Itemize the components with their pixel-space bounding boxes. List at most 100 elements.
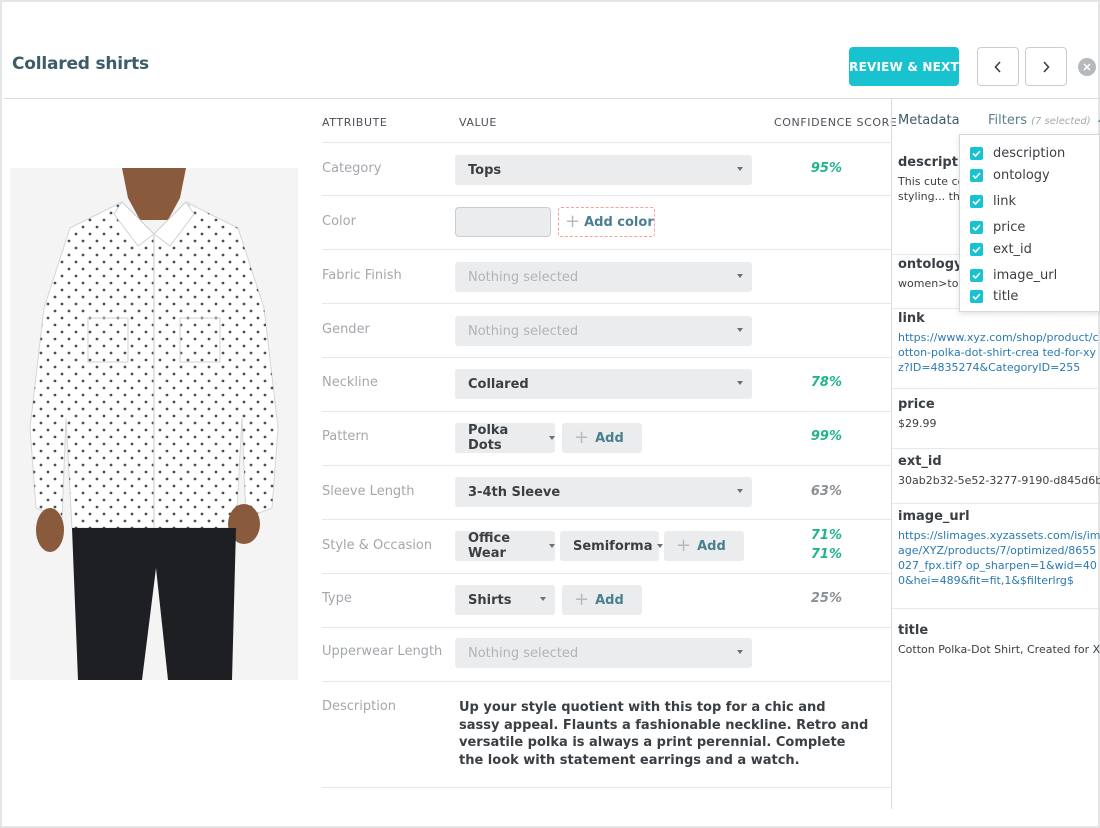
caret-down-icon [737,274,743,278]
close-button[interactable] [1078,58,1096,76]
tab-metadata[interactable]: Metadata [898,113,960,128]
filter-option-label: ext_id [993,241,1032,257]
add-color-button[interactable]: + Add color [558,207,655,237]
caret-down-icon [737,650,743,654]
filters-toggle[interactable]: Filters (7 selected) [988,113,1100,128]
filter-option-label: ontology [993,167,1050,183]
color-swatch[interactable] [455,207,551,237]
col-header-value: VALUE [459,116,497,129]
meta-link[interactable]: https://slimages.xyzassets.com/is/image/… [898,528,1100,588]
plus-icon: + [574,427,590,448]
checkbox-checked-icon[interactable] [970,220,983,234]
plus-icon: + [565,211,581,232]
review-next-button[interactable]: REVIEW & NEXT [849,47,959,86]
tag-value: Semiforma [573,538,653,554]
filter-option-image-url[interactable]: image_url [970,266,1057,284]
gender-select[interactable]: Nothing selected [455,316,752,346]
sleeve-length-select[interactable]: 3-4th Sleeve [455,477,752,507]
meta-value: Cotton Polka-Dot Shirt, Created for XYZ [898,643,1100,656]
select-value: 3-4th Sleeve [468,484,561,500]
confidence-score: 71% [810,528,842,543]
filter-option-label: title [993,288,1019,304]
col-header-attribute: ATTRIBUTE [322,116,388,129]
plus-icon: + [676,535,692,556]
attribute-row-type: Type Shirts + Add 25% [322,574,892,628]
filter-option-price[interactable]: price [970,218,1025,236]
neckline-select[interactable]: Collared [455,369,752,399]
caret-down-icon [737,381,743,385]
caret-down-icon [549,436,555,440]
select-value: Collared [468,376,529,392]
caret-down-icon [540,597,546,601]
previous-button[interactable] [977,47,1019,86]
style-tag-semiformal[interactable]: Semiforma [560,531,663,561]
filter-option-description[interactable]: description [970,144,1065,162]
next-button[interactable] [1025,47,1067,86]
filters-selected-count: (7 selected) [1031,116,1091,127]
attribute-label: Category [322,161,382,176]
checkbox-checked-icon[interactable] [970,146,983,160]
add-style-button[interactable]: + Add [664,531,744,561]
meta-item-title: title Cotton Polka-Dot Shirt, Created fo… [892,623,1100,675]
filter-option-ext-id[interactable]: ext_id [970,240,1032,258]
select-placeholder: Nothing selected [468,645,579,661]
page-title: Collared shirts [12,54,149,74]
select-value: Shirts [468,592,512,608]
attribute-row-description: Description Up your style quotient with … [322,682,892,788]
attribute-label: Sleeve Length [322,484,415,499]
category-select[interactable]: Tops [455,155,752,185]
fabric-finish-select[interactable]: Nothing selected [455,262,752,292]
chevron-left-icon [994,60,1001,73]
filter-option-label: image_url [993,267,1058,283]
add-type-button[interactable]: + Add [562,585,642,615]
add-label: Add [595,592,624,608]
add-label: Add [595,430,624,446]
pattern-tag[interactable]: Polka Dots [455,423,555,453]
tag-value: Polka Dots [468,423,509,453]
meta-item-price: price $29.99 [892,397,1100,449]
attribute-row-color: Color + Add color [322,196,892,250]
type-select[interactable]: Shirts [455,585,555,615]
attribute-row-pattern: Pattern Polka Dots + Add 99% [322,412,892,466]
meta-item-ext-id: ext_id 30ab2b32-5e52-3277-9190-d845d6b [892,454,1100,504]
attribute-label: Gender [322,322,370,337]
meta-key: image_url [898,509,970,524]
filter-option-ontology[interactable]: ontology [970,166,1050,184]
checkbox-checked-icon[interactable] [970,168,983,182]
meta-key: title [898,623,929,638]
checkbox-checked-icon[interactable] [970,289,983,303]
plus-icon: + [574,589,590,610]
checkbox-checked-icon[interactable] [970,268,983,282]
close-icon [1083,63,1091,71]
attribute-row-fabric-finish: Fabric Finish Nothing selected [322,250,892,304]
shirt-illustration [10,168,298,680]
description-text[interactable]: Up your style quotient with this top for… [459,699,869,769]
checkbox-checked-icon[interactable] [970,194,983,208]
filter-option-link[interactable]: link [970,192,1016,210]
style-tag-office-wear[interactable]: Office Wear [455,531,555,561]
caret-down-icon [549,544,555,548]
attribute-label: Fabric Finish [322,268,402,283]
attribute-row-gender: Gender Nothing selected [322,304,892,358]
meta-link[interactable]: https://www.xyz.com/shop/product/cotton-… [898,330,1100,375]
confidence-score: 78% [810,375,842,390]
caret-down-icon [656,544,663,548]
filter-option-label: link [993,193,1016,209]
checkbox-checked-icon[interactable] [970,242,983,256]
attribute-row-style-occasion: Style & Occasion Office Wear Semiforma +… [322,520,892,574]
meta-value: 30ab2b32-5e52-3277-9190-d845d6b [898,474,1100,487]
product-image [10,168,298,680]
upperwear-length-select[interactable]: Nothing selected [455,638,752,668]
filter-option-label: description [993,145,1066,161]
filters-dropdown: description ontology link price ext_id i… [959,134,1100,312]
add-pattern-button[interactable]: + Add [562,423,642,453]
filters-label: Filters [988,113,1027,128]
filter-option-title[interactable]: title [970,287,1018,305]
meta-key: link [898,311,925,326]
meta-item-link: link https://www.xyz.com/shop/product/co… [892,311,1100,389]
attribute-label: Pattern [322,429,369,444]
confidence-score: 25% [810,591,842,606]
confidence-score: 95% [810,161,842,176]
filter-option-label: price [993,219,1026,235]
chevron-right-icon [1043,60,1050,73]
